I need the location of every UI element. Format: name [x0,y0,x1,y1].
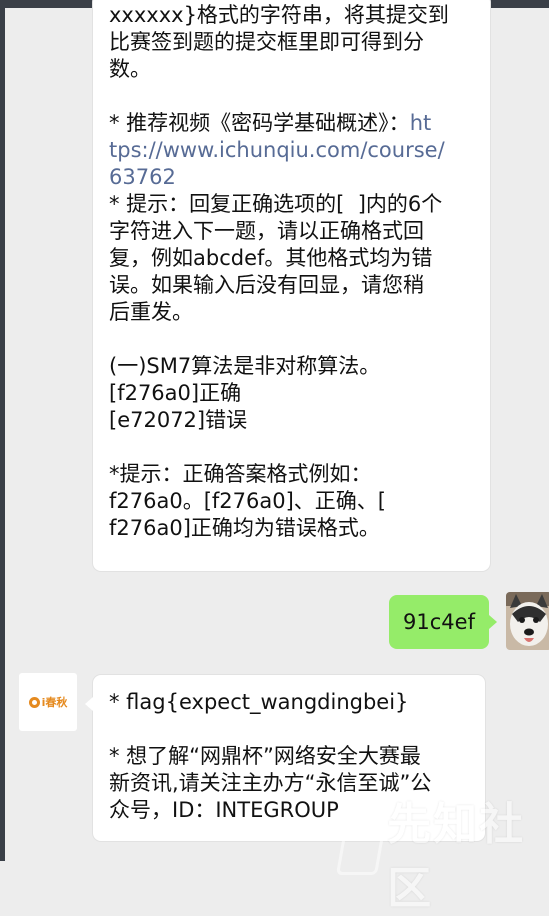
husky-icon [506,592,549,650]
message-line: [e72072]错误 [109,408,248,432]
message-line: 误。如果输入后没有回显，请您稍 [109,273,424,297]
watermark: 先知社区 [335,788,549,916]
message-line: (一)SM7算法是非对称算法。 [109,354,381,378]
message-line: 比赛签到题的提交框里即可得到分 [109,30,424,54]
message-text: xxxxxx}格式的字符串，将其提交到 比赛签到题的提交框里即可得到分 数。 *… [109,2,482,542]
window-edge [0,0,5,861]
outgoing-message-bubble[interactable]: 91c4ef [389,595,497,649]
message-line: 后重发。 [109,300,193,324]
incoming-message-bubble[interactable]: xxxxxx}格式的字符串，将其提交到 比赛签到题的提交框里即可得到分 数。 *… [93,0,490,571]
course-link[interactable]: ht [410,111,432,135]
message-line: 数。 [109,57,151,81]
message-line: * 提示：回复正确选项的[ ]内的6个 [109,192,443,216]
user-avatar[interactable] [506,592,549,650]
message-line: [f276a0]正确 [109,381,242,405]
course-link[interactable]: tps://www.ichunqiu.com/course/ [109,138,445,162]
brand-mark-icon [28,696,40,708]
watermark-text: 先知社区 [387,799,526,914]
message-line: * flag{expect_wangdingbei} [109,690,409,714]
official-account-avatar[interactable]: i春秋 [19,673,77,731]
message-line: xxxxxx}格式的字符串，将其提交到 [109,3,449,27]
message-line: f276a0]正确均为错误格式。 [109,516,380,540]
ichunqiu-logo-icon: i春秋 [28,694,68,710]
message-line: * 推荐视频《密码学基础概述》： [109,111,410,135]
message-line: 众号，ID：INTEGROUP [109,798,339,822]
brand-name: i春秋 [41,696,68,709]
course-link[interactable]: 63762 [109,165,176,189]
reply-text: 91c4ef [403,610,475,634]
message-line: 复，例如abcdef。其他格式均为错 [109,246,433,270]
message-line: 字符进入下一题，请以正确格式回 [109,219,424,243]
message-line: * 想了解“网鼎杯”网络安全大赛最 [109,744,421,768]
message-line: *提示：正确答案格式例如： [109,462,372,486]
watermark-logo-icon [335,829,386,875]
message-line: f276a0。[f276a0]、正确、[ [109,489,386,513]
